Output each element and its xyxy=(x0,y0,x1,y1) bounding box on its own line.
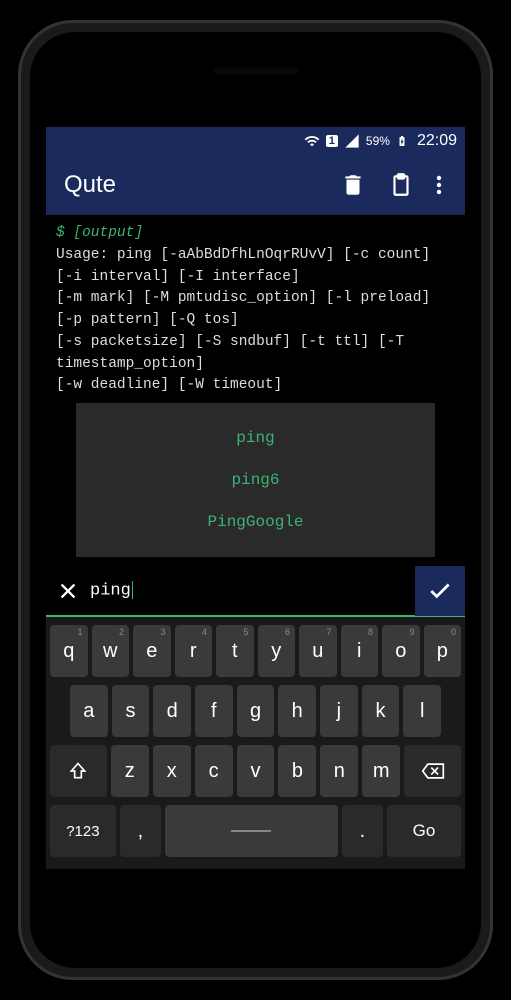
screen: 1 59% 22:09 Qute $ [output] xyxy=(46,127,465,950)
key-n[interactable]: n xyxy=(320,745,358,797)
keyboard-row-1: q1w2e3r4t5y6u7i8o9p0 xyxy=(50,625,461,677)
command-input[interactable]: ping xyxy=(90,581,415,600)
suggestion-item[interactable]: PingGoogle xyxy=(76,501,435,543)
paste-button[interactable] xyxy=(383,167,419,203)
backspace-icon xyxy=(421,761,445,781)
suggestion-item[interactable]: ping6 xyxy=(76,459,435,501)
key-e[interactable]: e3 xyxy=(133,625,171,677)
delete-button[interactable] xyxy=(335,167,371,203)
backspace-key[interactable] xyxy=(404,745,461,797)
keyboard-row-2: asdfghjkl xyxy=(50,685,461,737)
key-g[interactable]: g xyxy=(237,685,275,737)
clear-input-button[interactable] xyxy=(46,580,90,602)
status-bar: 1 59% 22:09 xyxy=(46,127,465,155)
key-a[interactable]: a xyxy=(70,685,108,737)
phone-speaker xyxy=(213,67,298,75)
key-p[interactable]: p0 xyxy=(424,625,462,677)
trash-icon xyxy=(340,172,366,198)
sim-indicator: 1 xyxy=(326,135,338,147)
key-o[interactable]: o9 xyxy=(382,625,420,677)
suggestion-item[interactable]: ping xyxy=(76,417,435,459)
key-x[interactable]: x xyxy=(153,745,191,797)
shift-key[interactable] xyxy=(50,745,107,797)
key-f[interactable]: f xyxy=(195,685,233,737)
terminal-output: $ [output] Usage: ping [-aAbBdDfhLnOqrRU… xyxy=(46,215,465,403)
terminal-line: [-m mark] [-M pmtudisc_option] [-l prelo… xyxy=(56,288,455,332)
keyboard: q1w2e3r4t5y6u7i8o9p0 asdfghjkl zxcvbnm ?… xyxy=(46,617,465,869)
key-h[interactable]: h xyxy=(278,685,316,737)
go-key[interactable]: Go xyxy=(387,805,461,857)
key-v[interactable]: v xyxy=(237,745,275,797)
key-c[interactable]: c xyxy=(195,745,233,797)
terminal-line: [-w deadline] [-W timeout] xyxy=(56,375,455,397)
clock: 22:09 xyxy=(417,132,457,150)
terminal-line: [-s packetsize] [-S sndbuf] [-t ttl] [-T… xyxy=(56,332,455,376)
app-bar: Qute xyxy=(46,155,465,215)
submit-button[interactable] xyxy=(415,566,465,616)
app-title: Qute xyxy=(64,171,323,199)
space-bar-indicator xyxy=(231,830,271,832)
input-cursor xyxy=(132,581,133,599)
key-s[interactable]: s xyxy=(112,685,150,737)
key-y[interactable]: y6 xyxy=(258,625,296,677)
space-key[interactable] xyxy=(165,805,338,857)
key-j[interactable]: j xyxy=(320,685,358,737)
close-icon xyxy=(57,580,79,602)
key-w[interactable]: w2 xyxy=(92,625,130,677)
key-z[interactable]: z xyxy=(111,745,149,797)
key-l[interactable]: l xyxy=(403,685,441,737)
key-u[interactable]: u7 xyxy=(299,625,337,677)
command-input-row: ping xyxy=(46,567,465,617)
key-d[interactable]: d xyxy=(153,685,191,737)
key-q[interactable]: q1 xyxy=(50,625,88,677)
clipboard-icon xyxy=(388,172,414,198)
key-r[interactable]: r4 xyxy=(175,625,213,677)
key-m[interactable]: m xyxy=(362,745,400,797)
symbols-key[interactable]: ?123 xyxy=(50,805,116,857)
menu-button[interactable] xyxy=(431,167,447,203)
key-t[interactable]: t5 xyxy=(216,625,254,677)
key-k[interactable]: k xyxy=(362,685,400,737)
battery-percent: 59% xyxy=(366,134,390,148)
keyboard-row-4: ?123 , . Go xyxy=(50,805,461,857)
shift-icon xyxy=(68,761,88,781)
wifi-icon xyxy=(304,133,320,149)
check-icon xyxy=(427,578,453,604)
key-b[interactable]: b xyxy=(278,745,316,797)
key-i[interactable]: i8 xyxy=(341,625,379,677)
phone-frame: 1 59% 22:09 Qute $ [output] xyxy=(18,20,493,980)
input-value: ping xyxy=(90,582,131,601)
more-vert-icon xyxy=(436,173,442,197)
comma-key[interactable]: , xyxy=(120,805,161,857)
terminal-prompt: $ [output] xyxy=(56,223,455,245)
battery-icon xyxy=(396,133,408,149)
keyboard-row-3: zxcvbnm xyxy=(50,745,461,797)
terminal-line: Usage: ping [-aAbBdDfhLnOqrRUvV] [-c cou… xyxy=(56,245,455,289)
signal-icon xyxy=(344,133,360,149)
suggestions-popup: ping ping6 PingGoogle xyxy=(76,403,435,557)
period-key[interactable]: . xyxy=(342,805,383,857)
phone-inner: 1 59% 22:09 Qute $ [output] xyxy=(30,32,481,968)
